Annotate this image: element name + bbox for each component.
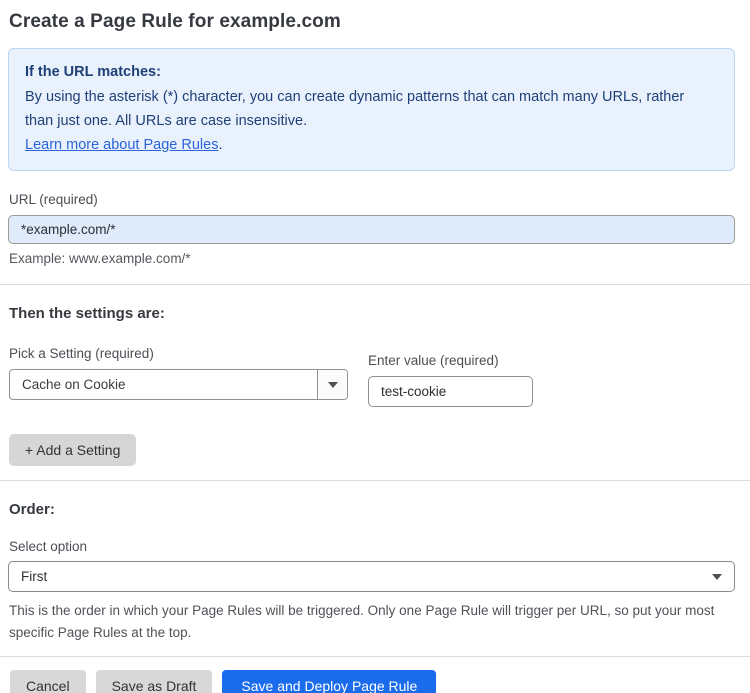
setting-value-input[interactable] [368, 376, 533, 407]
create-page-rule-form: Create a Page Rule for example.com If th… [0, 11, 750, 693]
chevron-down-icon [327, 381, 338, 388]
footer-actions: Cancel Save as Draft Save and Deploy Pag… [10, 670, 750, 693]
setting-select-arrow-button[interactable] [317, 370, 347, 399]
setting-value-label: Enter value (required) [368, 353, 499, 368]
settings-section-heading: Then the settings are: [9, 305, 165, 322]
add-setting-button[interactable]: + Add a Setting [9, 434, 137, 466]
save-as-draft-button[interactable]: Save as Draft [95, 670, 213, 693]
setting-select-value: Cache on Cookie [22, 377, 126, 392]
info-box-body: By using the asterisk (*) character, you… [25, 89, 685, 129]
divider [0, 480, 750, 481]
link-suffix: . [218, 137, 223, 153]
order-help-text: This is the order in which your Page Rul… [9, 603, 715, 640]
setting-select-label: Pick a Setting (required) [9, 346, 154, 361]
url-field-label: URL (required) [9, 192, 98, 207]
setting-select[interactable]: Cache on Cookie [9, 369, 348, 400]
page-title: Create a Page Rule for example.com [9, 11, 341, 32]
url-match-info-box: If the URL matches: By using the asteris… [8, 48, 735, 171]
save-and-deploy-button[interactable]: Save and Deploy Page Rule [222, 670, 437, 693]
settings-row: Pick a Setting (required) Cache on Cooki… [9, 346, 735, 407]
order-select[interactable]: First [8, 561, 735, 592]
cancel-button[interactable]: Cancel [10, 670, 86, 693]
order-select-label: Select option [9, 539, 88, 554]
order-select-value: First [21, 569, 48, 584]
divider [0, 656, 750, 657]
setting-value-column: Enter value (required) [368, 353, 533, 407]
url-input[interactable] [8, 215, 735, 244]
url-example-hint: Example: www.example.com/* [9, 251, 191, 266]
info-box-link-line: Learn more about Page Rules. [25, 133, 718, 157]
setting-select-column: Pick a Setting (required) Cache on Cooki… [9, 346, 348, 400]
order-section-heading: Order: [9, 501, 55, 518]
divider [0, 284, 750, 285]
info-box-heading: If the URL matches: [25, 64, 161, 80]
learn-more-link[interactable]: Learn more about Page Rules [25, 137, 218, 153]
chevron-down-icon [712, 573, 722, 580]
